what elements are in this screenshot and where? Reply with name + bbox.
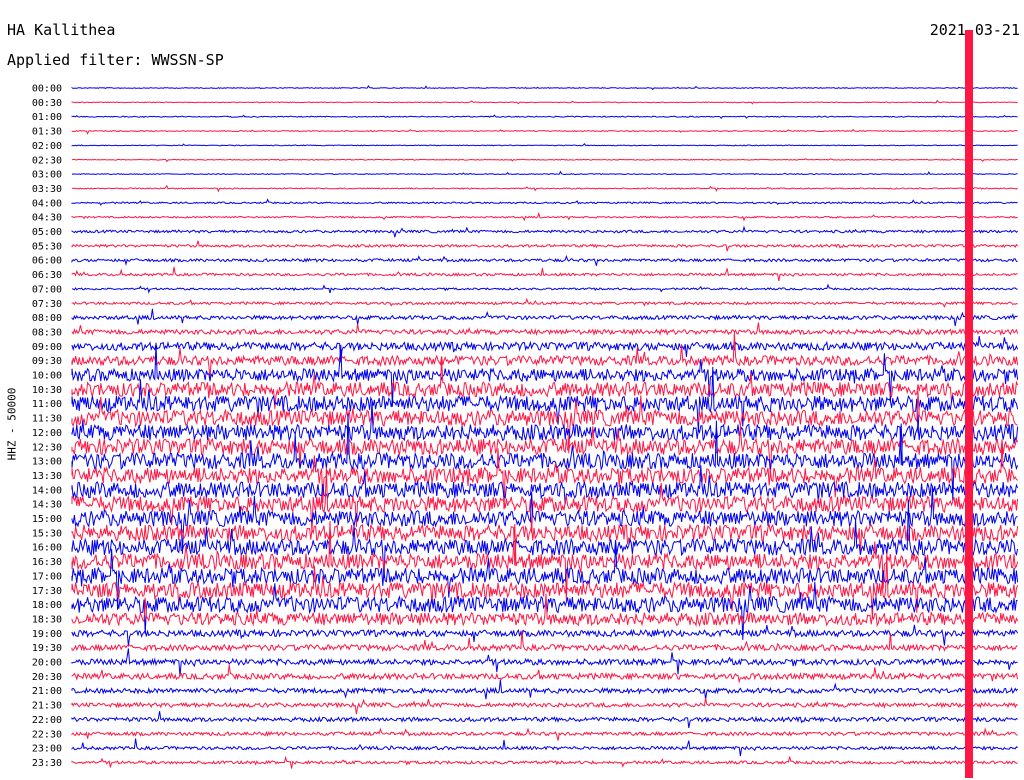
row-label: 16:30 [32,557,62,568]
row-label: 17:30 [32,586,62,597]
trace-0700 [71,283,1018,294]
row-label: 07:00 [32,284,62,295]
row-label: 05:30 [32,241,62,252]
row-label: 11:00 [32,399,62,410]
trace-0430 [71,211,1018,222]
trace-1000 [71,342,1019,407]
trace-0400 [71,198,1018,206]
row-label: 00:30 [32,98,62,109]
row-label: 21:00 [32,686,62,697]
trace-0200 [71,143,1018,147]
trace-2030 [71,664,1019,684]
row-label: 05:00 [32,227,62,238]
row-label: 10:30 [32,385,62,396]
trace-0730 [71,297,1018,308]
trace-0800 [71,308,1018,327]
trace-2130 [71,698,1018,715]
trace-0030 [71,99,1018,105]
row-label: 14:30 [32,500,62,511]
trace-0000 [71,84,1018,91]
row-label: 13:30 [32,471,62,482]
row-label: 18:30 [32,614,62,625]
trace-0600 [71,254,1018,267]
row-label: 20:30 [32,672,62,683]
row-label: 02:30 [32,155,62,166]
trace-2100 [71,679,1019,700]
row-label: 01:30 [32,127,62,138]
row-label: 18:00 [32,600,62,611]
row-label: 15:00 [32,514,62,525]
row-label: 06:30 [32,270,62,281]
row-label: 20:00 [32,658,62,669]
row-label: 03:30 [32,184,62,195]
row-label: 03:00 [32,170,62,181]
trace-0230 [71,158,1018,163]
row-label: 22:00 [32,715,62,726]
trace-0530 [71,240,1018,252]
row-label: 11:30 [32,414,62,425]
trace-2230 [71,727,1018,741]
row-label: 09:30 [32,356,62,367]
row-label: 10:00 [32,371,62,382]
traces-group [71,30,1019,778]
row-label: 23:00 [32,744,62,755]
row-label: 02:00 [32,141,62,152]
row-label: 22:30 [32,729,62,740]
row-label: 04:00 [32,198,62,209]
row-label: 14:00 [32,485,62,496]
row-label: 12:30 [32,442,62,453]
row-label: 23:30 [32,758,62,769]
row-label: 00:00 [32,84,62,95]
trace-0300 [71,170,1018,176]
trace-0830 [71,322,1019,337]
trace-0130 [71,129,1018,135]
row-label: 01:00 [32,112,62,123]
row-label: 19:30 [32,643,62,654]
trace-2300 [71,738,1018,757]
row-label: 08:00 [32,313,62,324]
row-label: 12:00 [32,428,62,439]
row-label: 07:30 [32,299,62,310]
event-spike [965,30,973,778]
row-label: 09:00 [32,342,62,353]
row-label: 06:00 [32,256,62,267]
row-label: 15:30 [32,528,62,539]
row-label: 17:00 [32,571,62,582]
row-label: 08:30 [32,327,62,338]
row-labels-group: 00:00 00:30 01:00 01:30 02:00 02:30 03:00 03:30… [32,84,62,769]
row-label: 04:30 [32,213,62,224]
trace-2200 [71,711,1018,728]
row-label: 21:30 [32,701,62,712]
trace-0630 [71,266,1018,281]
trace-2330 [71,755,1018,769]
trace-0330 [71,184,1018,193]
trace-1900 [71,624,1019,647]
row-label: 19:00 [32,629,62,640]
trace-0500 [71,225,1018,238]
trace-0100 [71,114,1018,119]
helicorder-plot: 00:00 00:30 01:00 01:30 02:00 02:30 03:00 03:30… [32,30,1019,778]
row-label: 13:00 [32,457,62,468]
row-label: 16:00 [32,543,62,554]
